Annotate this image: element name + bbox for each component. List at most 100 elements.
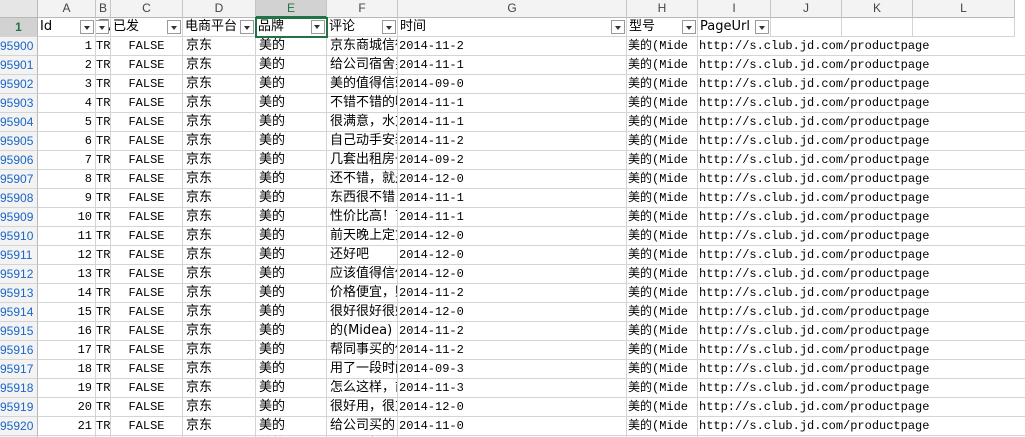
row-header[interactable]: 95916 <box>0 341 38 360</box>
table-cell-fabu-column[interactable]: FALSE <box>111 94 183 113</box>
table-cell-time-column[interactable]: 2014-11-2 <box>398 341 627 360</box>
table-cell-caiji-column[interactable]: TRUE <box>96 227 111 246</box>
table-cell-time-column[interactable]: 2014-11-2 <box>398 37 627 56</box>
row-header[interactable]: 95914 <box>0 303 38 322</box>
filter-active-icon[interactable] <box>311 20 325 34</box>
table-cell-comment-column[interactable]: 性价比高！下次还会光顾的！ <box>327 208 398 227</box>
row-header[interactable]: 95909 <box>0 208 38 227</box>
table-cell-caiji-column[interactable]: TRUE <box>96 132 111 151</box>
table-cell-id-column[interactable]: 21 <box>38 417 96 436</box>
table-cell-pageurl-column[interactable]: http://s.club.jd.com/productpage <box>698 75 1025 94</box>
table-cell-caiji-column[interactable]: TRUE <box>96 189 111 208</box>
table-cell-fabu-column[interactable]: FALSE <box>111 151 183 170</box>
table-cell-platform-column[interactable]: 京东 <box>183 170 256 189</box>
table-cell-model-column[interactable]: 美的(Mide <box>627 341 698 360</box>
table-cell-time-column[interactable]: 2014-12-0 <box>398 303 627 322</box>
table-cell-model-column[interactable]: 美的(Mide <box>627 94 698 113</box>
table-cell-caiji-column[interactable]: TRUE <box>96 284 111 303</box>
header-cell-caiji-column[interactable]: 已采 <box>96 18 111 37</box>
table-cell-pageurl-column[interactable]: http://s.club.jd.com/productpage <box>698 189 1025 208</box>
table-cell-caiji-column[interactable]: TRUE <box>96 303 111 322</box>
header-cell-fabu-column[interactable]: 已发 <box>111 18 183 37</box>
table-cell-comment-column[interactable]: 前天晚上定货，第二天早上就送货 <box>327 227 398 246</box>
table-cell-fabu-column[interactable]: FALSE <box>111 208 183 227</box>
table-cell-comment-column[interactable]: 给公司宿舍买的，上门安装很快， <box>327 56 398 75</box>
table-cell-pageurl-column[interactable]: http://s.club.jd.com/productpage <box>698 322 1025 341</box>
table-cell-platform-column[interactable]: 京东 <box>183 417 256 436</box>
table-cell-id-column[interactable]: 2 <box>38 56 96 75</box>
column-header-b[interactable]: B <box>96 0 111 18</box>
row-header-1[interactable]: 1 <box>0 18 38 37</box>
table-cell-comment-column[interactable]: 用了一段时间了，好用，没什么问 <box>327 360 398 379</box>
table-cell-platform-column[interactable]: 京东 <box>183 341 256 360</box>
table-cell-brand-column[interactable]: 美的 <box>256 75 327 94</box>
table-cell-platform-column[interactable]: 京东 <box>183 398 256 417</box>
table-cell-pageurl-column[interactable]: http://s.club.jd.com/productpage <box>698 132 1025 151</box>
table-cell-id-column[interactable]: 15 <box>38 303 96 322</box>
row-header[interactable]: 95915 <box>0 322 38 341</box>
table-cell-fabu-column[interactable]: FALSE <box>111 113 183 132</box>
column-header-k[interactable]: K <box>842 0 913 18</box>
row-header[interactable]: 95911 <box>0 246 38 265</box>
table-cell-caiji-column[interactable]: TRUE <box>96 398 111 417</box>
table-cell-id-column[interactable]: 17 <box>38 341 96 360</box>
table-cell-comment-column[interactable]: 帮同事买的他说不错，送货到家！ <box>327 341 398 360</box>
table-cell-model-column[interactable]: 美的(Mide <box>627 56 698 75</box>
table-cell-model-column[interactable]: 美的(Mide <box>627 284 698 303</box>
table-cell-id-column[interactable]: 18 <box>38 360 96 379</box>
table-cell-comment-column[interactable]: 的(Midea) F40-15A1 40升 电热水 <box>327 322 398 341</box>
table-cell-brand-column[interactable]: 美的 <box>256 56 327 75</box>
table-cell-model-column[interactable]: 美的(Mide <box>627 246 698 265</box>
table-cell-comment-column[interactable]: 几套出租房一直用这款。 <box>327 151 398 170</box>
table-cell-caiji-column[interactable]: TRUE <box>96 56 111 75</box>
table-cell-model-column[interactable]: 美的(Mide <box>627 189 698 208</box>
column-header-l[interactable]: L <box>913 0 1015 18</box>
column-header-f[interactable]: F <box>327 0 398 18</box>
table-cell-model-column[interactable]: 美的(Mide <box>627 113 698 132</box>
table-cell-comment-column[interactable]: 很满意，水方一晚上都还是热的早 <box>327 113 398 132</box>
table-cell-brand-column[interactable]: 美的 <box>256 227 327 246</box>
table-cell-comment-column[interactable]: 京东商城信得过，买的放心，用的 <box>327 37 398 56</box>
table-cell-fabu-column[interactable]: FALSE <box>111 322 183 341</box>
table-cell-fabu-column[interactable]: FALSE <box>111 379 183 398</box>
table-cell-time-column[interactable]: 2014-11-2 <box>398 132 627 151</box>
table-cell-time-column[interactable]: 2014-11-0 <box>398 417 627 436</box>
row-header[interactable]: 95918 <box>0 379 38 398</box>
filter-dropdown-icon[interactable] <box>682 20 696 34</box>
table-cell-fabu-column[interactable]: FALSE <box>111 265 183 284</box>
table-cell-time-column[interactable]: 2014-11-1 <box>398 56 627 75</box>
table-cell-brand-column[interactable]: 美的 <box>256 189 327 208</box>
table-cell-platform-column[interactable]: 京东 <box>183 151 256 170</box>
table-cell-pageurl-column[interactable]: http://s.club.jd.com/productpage <box>698 284 1025 303</box>
table-cell-pageurl-column[interactable]: http://s.club.jd.com/productpage <box>698 170 1025 189</box>
table-cell-platform-column[interactable]: 京东 <box>183 75 256 94</box>
row-header[interactable]: 95900 <box>0 37 38 56</box>
header-cell-platform-column[interactable]: 电商平台 <box>183 18 256 37</box>
header-cell-comment-column[interactable]: 评论 <box>327 18 398 37</box>
table-cell-id-column[interactable]: 8 <box>38 170 96 189</box>
empty-cell[interactable] <box>913 18 1015 37</box>
table-cell-fabu-column[interactable]: FALSE <box>111 360 183 379</box>
row-header[interactable]: 95917 <box>0 360 38 379</box>
row-header[interactable]: 95903 <box>0 94 38 113</box>
filter-dropdown-icon[interactable] <box>240 20 254 34</box>
table-cell-brand-column[interactable]: 美的 <box>256 322 327 341</box>
table-cell-id-column[interactable]: 5 <box>38 113 96 132</box>
table-cell-comment-column[interactable]: 不错不错的哦，第一次在京东买这 <box>327 94 398 113</box>
table-cell-caiji-column[interactable]: TRUE <box>96 341 111 360</box>
table-cell-fabu-column[interactable]: FALSE <box>111 189 183 208</box>
header-cell-brand-column[interactable]: 品牌 <box>256 18 327 37</box>
table-cell-model-column[interactable]: 美的(Mide <box>627 151 698 170</box>
table-cell-fabu-column[interactable]: FALSE <box>111 303 183 322</box>
row-header[interactable]: 95904 <box>0 113 38 132</box>
table-cell-fabu-column[interactable]: FALSE <box>111 75 183 94</box>
empty-cell[interactable] <box>842 18 913 37</box>
table-cell-fabu-column[interactable]: FALSE <box>111 227 183 246</box>
filter-dropdown-icon[interactable] <box>755 20 769 34</box>
filter-dropdown-icon[interactable] <box>96 20 109 34</box>
table-cell-time-column[interactable]: 2014-09-3 <box>398 360 627 379</box>
table-cell-pageurl-column[interactable]: http://s.club.jd.com/productpage <box>698 37 1025 56</box>
table-cell-brand-column[interactable]: 美的 <box>256 417 327 436</box>
table-cell-model-column[interactable]: 美的(Mide <box>627 417 698 436</box>
table-cell-model-column[interactable]: 美的(Mide <box>627 360 698 379</box>
